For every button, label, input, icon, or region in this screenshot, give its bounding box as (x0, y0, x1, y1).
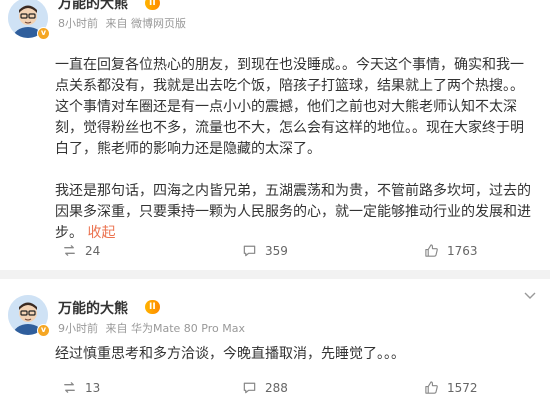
like-icon (425, 244, 438, 257)
comment-button[interactable]: 288 (242, 380, 288, 395)
comment-icon (243, 382, 256, 394)
repost-button[interactable]: 13 (62, 380, 100, 395)
repost-count: 24 (85, 243, 101, 258)
repost-icon (64, 382, 75, 393)
post-meta: 8小时前 来自 微博网页版 (58, 15, 190, 31)
author-name[interactable]: 万能的大熊 (58, 0, 128, 13)
post-text: 经过慎重思考和多方洽谈，今晚直播取消，先睡觉了。。。 (55, 344, 534, 365)
chevron-down-icon[interactable] (524, 289, 536, 303)
level-badge: II (145, 300, 160, 314)
post-meta: 9小时前 来自 华为Mate 80 Pro Max (58, 320, 249, 336)
repost-button[interactable]: 24 (62, 243, 100, 258)
like-button[interactable]: 1572 (424, 380, 478, 395)
level-badge: II (145, 0, 160, 10)
like-count: 1763 (447, 243, 478, 258)
comment-count: 359 (265, 243, 288, 258)
action-bar: 13 288 1572 (0, 380, 550, 400)
like-count: 1572 (447, 380, 478, 395)
author-name[interactable]: 万能的大熊 (58, 298, 128, 318)
post-card: v 万能的大熊 II 8小时前 来自 微博网页版 一直在回复各位热心的朋友，到现… (0, 0, 550, 270)
comment-count: 288 (265, 380, 288, 395)
post-source: 来自 微博网页版 (105, 17, 187, 30)
post-time[interactable]: 8小时前 (58, 17, 98, 30)
post-paragraph: 经过慎重思考和多方洽谈，今晚直播取消，先睡觉了。。。 (55, 346, 405, 362)
post-source: 来自 华为Mate 80 Pro Max (105, 322, 246, 335)
repost-icon (64, 245, 75, 256)
like-icon (425, 381, 438, 394)
comment-button[interactable]: 359 (242, 243, 288, 258)
verified-badge: v (37, 324, 50, 337)
post-paragraph: 一直在回复各位热心的朋友，到现在也没睡成。。今天这个事情，确实和我一点关系都没有… (55, 57, 524, 157)
verified-badge: v (37, 27, 50, 40)
post-paragraph-text: 我还是那句话，四海之内皆兄弟，五湖震荡和为贵，不管前路多坎坷，过去的因果多深重，… (55, 183, 531, 241)
post-paragraph: 我还是那句话，四海之内皆兄弟，五湖震荡和为贵，不管前路多坎坷，过去的因果多深重，… (55, 181, 534, 244)
like-button[interactable]: 1763 (424, 243, 478, 258)
post-card: v 万能的大熊 II 9小时前 来自 华为Mate 80 Pro Max 经过慎… (0, 279, 550, 419)
comment-icon (243, 245, 256, 257)
repost-count: 13 (85, 380, 101, 395)
action-bar: 24 359 1763 (0, 243, 550, 263)
collapse-link[interactable]: 收起 (87, 225, 115, 241)
post-time[interactable]: 9小时前 (58, 322, 98, 335)
post-text: 一直在回复各位热心的朋友，到现在也没睡成。。今天这个事情，确实和我一点关系都没有… (55, 55, 534, 244)
